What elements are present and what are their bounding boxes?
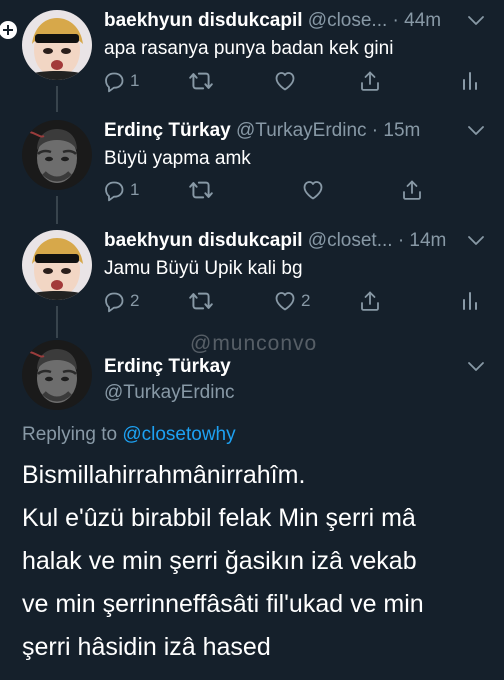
tweet-actions: 1 xyxy=(102,66,492,96)
chevron-down-icon[interactable] xyxy=(467,360,485,372)
tweet-actions: 2 2 xyxy=(102,286,492,316)
like-icon xyxy=(273,69,297,93)
reply-button[interactable]: 2 xyxy=(102,286,139,316)
like-button[interactable]: 2 xyxy=(273,286,310,316)
retweet-button[interactable] xyxy=(188,286,214,316)
main-tweet-line: ve min şerrinneffâsâti fil'ukad ve min xyxy=(22,590,424,618)
share-icon xyxy=(358,289,382,313)
avatar[interactable] xyxy=(22,120,92,190)
handle-and-time[interactable]: @closet... · 14m xyxy=(308,230,447,251)
tweet-header: baekhyun disdukcapil @close... · 44m xyxy=(104,10,441,34)
tweet-header: Erdinç Türkay @TurkayErdinc · 15m xyxy=(104,120,420,144)
reply-count: 1 xyxy=(130,180,140,199)
reply-count: 1 xyxy=(130,71,140,90)
main-tweet-line: Bismillahirrahmânirrahîm. xyxy=(22,461,306,489)
display-name[interactable]: baekhyun disdukcapil xyxy=(104,10,303,31)
tweet[interactable]: baekhyun disdukcapil @closet... · 14m Ja… xyxy=(0,230,504,326)
chevron-down-icon[interactable] xyxy=(467,14,485,26)
avatar[interactable] xyxy=(22,230,92,300)
avatar[interactable] xyxy=(22,340,92,410)
like-button[interactable] xyxy=(273,66,297,96)
share-icon xyxy=(400,178,424,202)
display-name[interactable]: Erdinç Türkay xyxy=(104,120,231,141)
main-tweet-line: şerri hâsidin izâ hased xyxy=(22,633,271,661)
reply-button[interactable]: 1 xyxy=(102,175,139,205)
like-button[interactable] xyxy=(301,175,325,205)
handle-and-time[interactable]: @close... · 44m xyxy=(308,10,441,31)
retweet-icon xyxy=(188,177,214,203)
share-button[interactable] xyxy=(358,66,382,96)
reply-icon xyxy=(102,178,126,202)
analytics-button[interactable] xyxy=(458,66,482,96)
chevron-down-icon[interactable] xyxy=(467,124,485,136)
main-tweet-text: Bismillahirrahmânirrahîm. Kul e'ûzü bira… xyxy=(22,454,492,669)
main-tweet-line: Kul e'ûzü birabbil felak Min şerri mâ xyxy=(22,504,416,532)
analytics-button[interactable] xyxy=(458,286,482,316)
retweet-button[interactable] xyxy=(188,175,214,205)
like-icon xyxy=(273,289,297,313)
like-icon xyxy=(301,178,325,202)
reply-count: 2 xyxy=(130,291,140,310)
share-button[interactable] xyxy=(358,286,382,316)
reply-icon xyxy=(102,69,126,93)
display-name[interactable]: baekhyun disdukcapil xyxy=(104,230,303,251)
retweet-icon xyxy=(188,288,214,314)
tweet-header: baekhyun disdukcapil @closet... · 14m xyxy=(104,230,446,254)
avatar[interactable] xyxy=(22,10,92,80)
tweet-text: Jamu Büyü Upik kali bg xyxy=(104,258,303,279)
replying-prefix: Replying to xyxy=(22,424,118,445)
retweet-button[interactable] xyxy=(188,66,214,96)
chevron-down-icon[interactable] xyxy=(467,234,485,246)
main-handle[interactable]: @TurkayErdinc xyxy=(104,382,235,406)
reply-button[interactable]: 1 xyxy=(102,66,139,96)
share-button[interactable] xyxy=(400,175,424,205)
analytics-icon xyxy=(458,289,482,313)
tweet-text: apa rasanya punya badan kek gini xyxy=(104,38,394,59)
like-count: 2 xyxy=(301,291,311,310)
reply-icon xyxy=(102,289,126,313)
main-tweet-line: halak ve min şerri ğasikın izâ vekab xyxy=(22,547,417,575)
retweet-icon xyxy=(188,68,214,94)
tweet[interactable]: Erdinç Türkay @TurkayErdinc · 15m Büyü y… xyxy=(0,120,504,216)
analytics-icon xyxy=(458,69,482,93)
share-icon xyxy=(358,69,382,93)
replying-to: Replying to @closetowhy xyxy=(22,424,236,446)
replying-to-mention[interactable]: @closetowhy xyxy=(122,424,235,445)
tweet-text: Büyü yapma amk xyxy=(104,148,251,169)
tweet[interactable]: baekhyun disdukcapil @close... · 44m apa… xyxy=(0,10,504,106)
main-display-name[interactable]: Erdinç Türkay xyxy=(104,356,231,380)
handle-and-time[interactable]: @TurkayErdinc · 15m xyxy=(236,120,420,141)
tweet-actions: 1 xyxy=(102,175,492,205)
